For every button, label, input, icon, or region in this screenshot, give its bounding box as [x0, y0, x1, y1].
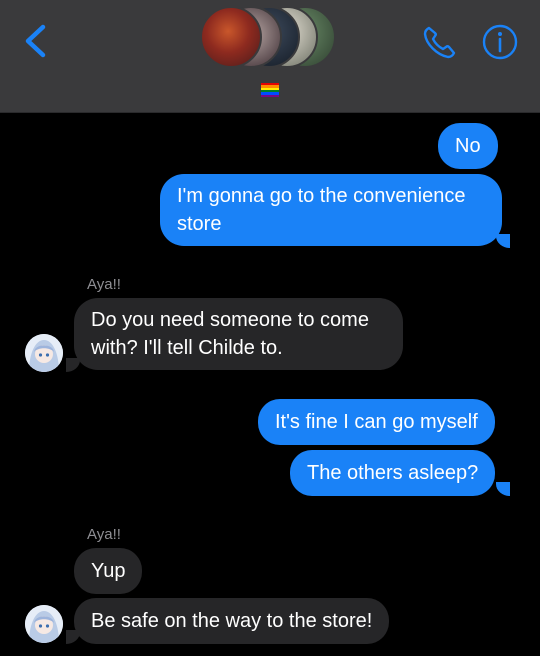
sender-name: Aya!! [87, 276, 121, 293]
outgoing-message[interactable]: It's fine I can go myself [258, 399, 495, 445]
anime-girl-avatar-image [25, 605, 63, 643]
back-chevron-icon[interactable] [18, 20, 52, 62]
outgoing-message[interactable]: No [438, 123, 498, 169]
message-list: No I'm gonna go to the convenience store… [0, 112, 540, 656]
group-avatar-stack[interactable] [200, 6, 340, 70]
phone-icon[interactable] [420, 22, 460, 62]
message-text: Yup [91, 560, 126, 582]
incoming-message[interactable]: Do you need someone to come with? I'll t… [74, 298, 403, 370]
message-text: The others asleep? [307, 462, 479, 484]
message-text: No [455, 135, 481, 157]
incoming-message[interactable]: Yup [74, 548, 143, 594]
anime-girl-avatar-image [25, 334, 63, 372]
sender-avatar[interactable] [25, 334, 63, 372]
outgoing-message[interactable]: I'm gonna go to the convenience store [160, 174, 502, 246]
outgoing-message[interactable]: The others asleep? [290, 450, 496, 496]
message-text: I'm gonna go to the convenience store [177, 185, 466, 235]
message-text: Be safe on the way to the store! [91, 610, 373, 632]
message-text: Do you need someone to come with? I'll t… [91, 309, 369, 359]
bubble-tail [66, 630, 80, 644]
conversation-header [0, 0, 540, 113]
message-text: It's fine I can go myself [275, 411, 478, 433]
rainbow-flag-icon [261, 83, 279, 97]
sender-name: Aya!! [87, 526, 121, 543]
incoming-message[interactable]: Be safe on the way to the store! [74, 598, 390, 644]
bubble-tail [496, 234, 510, 248]
info-icon[interactable] [480, 22, 520, 62]
group-avatar [200, 6, 262, 68]
bubble-tail [66, 358, 80, 372]
sender-avatar[interactable] [25, 605, 63, 643]
bubble-tail [496, 482, 510, 496]
